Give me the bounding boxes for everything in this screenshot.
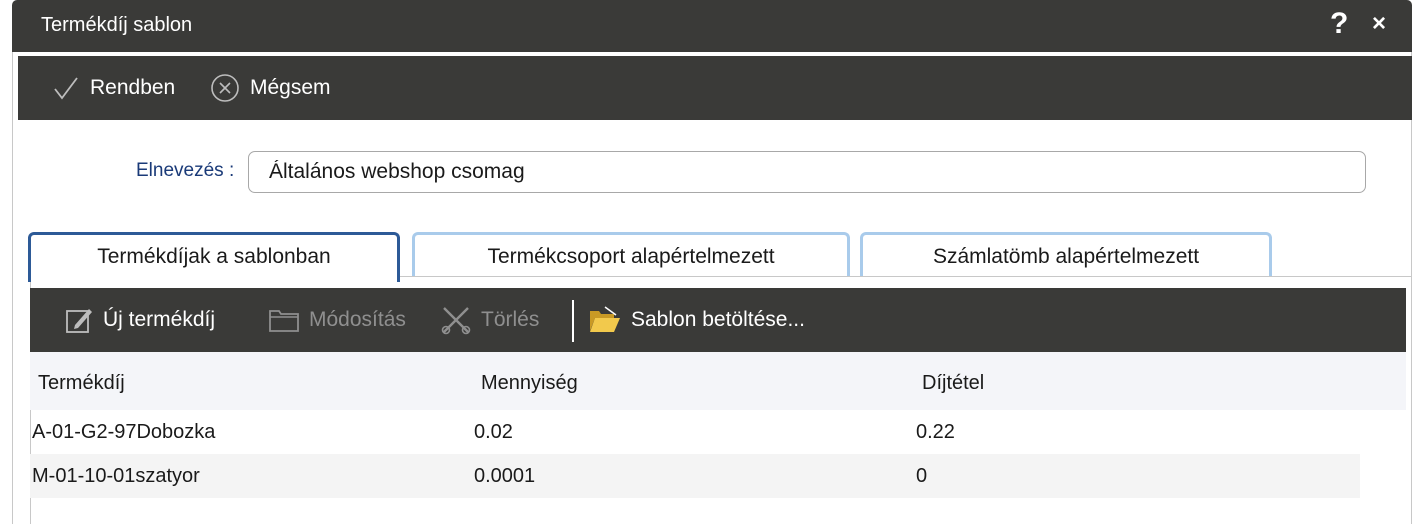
termekdij-sablon-dialog: Termékdíj sablon ? × Rendben Mégsem Elne… [12, 0, 1412, 524]
edit-label: Módosítás [309, 308, 406, 331]
table-row[interactable]: M-01-10-01szatyor 0.0001 0 [30, 454, 1360, 498]
tab-termekcsoport[interactable]: Termékcsoport alapértelmezett [412, 232, 850, 278]
dialog-titlebar: Termékdíj sablon ? × [12, 0, 1412, 52]
open-folder-icon [588, 305, 622, 335]
new-fee-button[interactable]: Új termékdíj [64, 288, 215, 352]
tab-label: Számlatömb alapértelmezett [932, 245, 1200, 268]
delete-button[interactable]: Törlés [440, 288, 539, 352]
load-template-button[interactable]: Sablon betöltése... [588, 288, 805, 352]
edit-pencil-icon [64, 305, 94, 335]
load-template-label: Sablon betöltése... [631, 308, 805, 331]
toolbar-separator [572, 300, 574, 342]
dialog-toolbar: Rendben Mégsem [18, 56, 1412, 120]
new-fee-label: Új termékdíj [103, 308, 216, 331]
cell-dijtetel: 0.22 [916, 421, 955, 443]
column-header-termekdij[interactable]: Termékdíj [38, 372, 125, 395]
ok-button-label: Rendben [90, 76, 176, 99]
name-input[interactable] [248, 151, 1366, 193]
tab-label: Termékcsoport alapértelmezett [487, 245, 775, 268]
scissors-icon [440, 304, 472, 336]
cell-mennyiseg: 0.0001 [474, 465, 536, 487]
cell-termekdij: M-01-10-01szatyor [32, 465, 200, 487]
dialog-title: Termékdíj sablon [41, 14, 193, 36]
cancel-button-label: Mégsem [250, 76, 331, 99]
grid-toolbar: Új termékdíj Módosítás Törlés Sablon bet… [30, 288, 1406, 352]
cancel-circle-icon [210, 73, 240, 103]
folder-icon [268, 306, 300, 334]
grid-header: Termékdíj Mennyiség Díjtétel [30, 352, 1406, 410]
ok-button[interactable]: Rendben [52, 56, 175, 120]
table-row[interactable]: A-01-G2-97Dobozka 0.02 0.22 [30, 410, 1360, 454]
tab-label: Termékdíjak a sablonban [97, 245, 331, 268]
checkmark-icon [52, 74, 80, 102]
help-button[interactable]: ? [1330, 7, 1348, 41]
cell-mennyiseg: 0.02 [474, 421, 513, 443]
cancel-button[interactable]: Mégsem [210, 56, 331, 120]
name-label: Elnevezés : [136, 160, 235, 181]
tab-termekdijak[interactable]: Termékdíjak a sablonban [28, 232, 400, 282]
cell-dijtetel: 0 [916, 465, 928, 487]
cell-termekdij: A-01-G2-97Dobozka [32, 421, 216, 443]
column-header-mennyiseg[interactable]: Mennyiség [481, 372, 578, 395]
edit-button[interactable]: Módosítás [268, 288, 406, 352]
delete-label: Törlés [481, 308, 540, 331]
column-header-dijtetel[interactable]: Díjtétel [922, 372, 984, 395]
tab-szamlatomb[interactable]: Számlatömb alapértelmezett [860, 232, 1272, 278]
close-button[interactable]: × [1372, 10, 1386, 38]
